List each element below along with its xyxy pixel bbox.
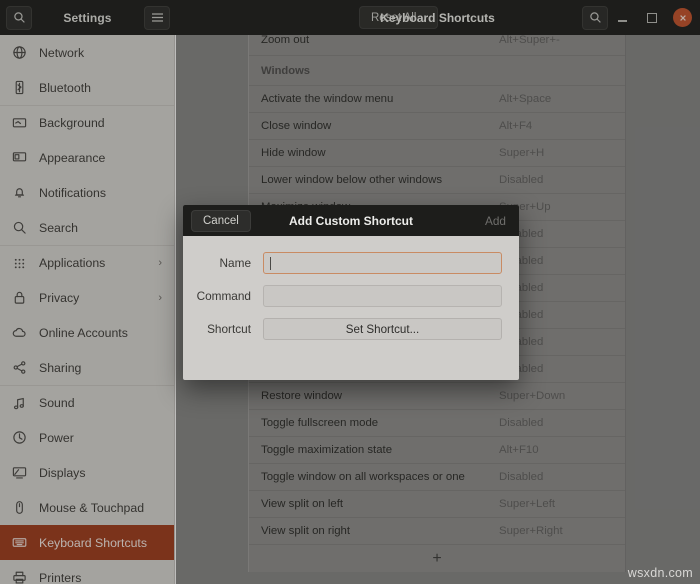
dialog-header: Cancel Add Custom Shortcut Add (183, 205, 519, 236)
shortcut-field-label: Shortcut (183, 322, 251, 336)
command-input[interactable] (263, 285, 502, 307)
add-custom-shortcut-dialog: Cancel Add Custom Shortcut Add Name Comm… (183, 205, 519, 380)
name-input[interactable] (263, 252, 502, 274)
dialog-add-button[interactable]: Add (485, 214, 506, 228)
name-field-label: Name (183, 256, 251, 270)
command-field-label: Command (183, 289, 251, 303)
name-field-row: Name (183, 252, 502, 274)
command-field-row: Command (183, 285, 502, 307)
dialog-body: Name Command Shortcut Set Shortcut... (183, 236, 519, 340)
text-caret (270, 257, 271, 270)
shortcut-field-row: Shortcut Set Shortcut... (183, 318, 502, 340)
set-shortcut-button[interactable]: Set Shortcut... (263, 318, 502, 340)
dialog-cancel-button[interactable]: Cancel (191, 210, 251, 232)
settings-window: Settings Reset All... Keyboard Shortcuts (0, 0, 700, 584)
